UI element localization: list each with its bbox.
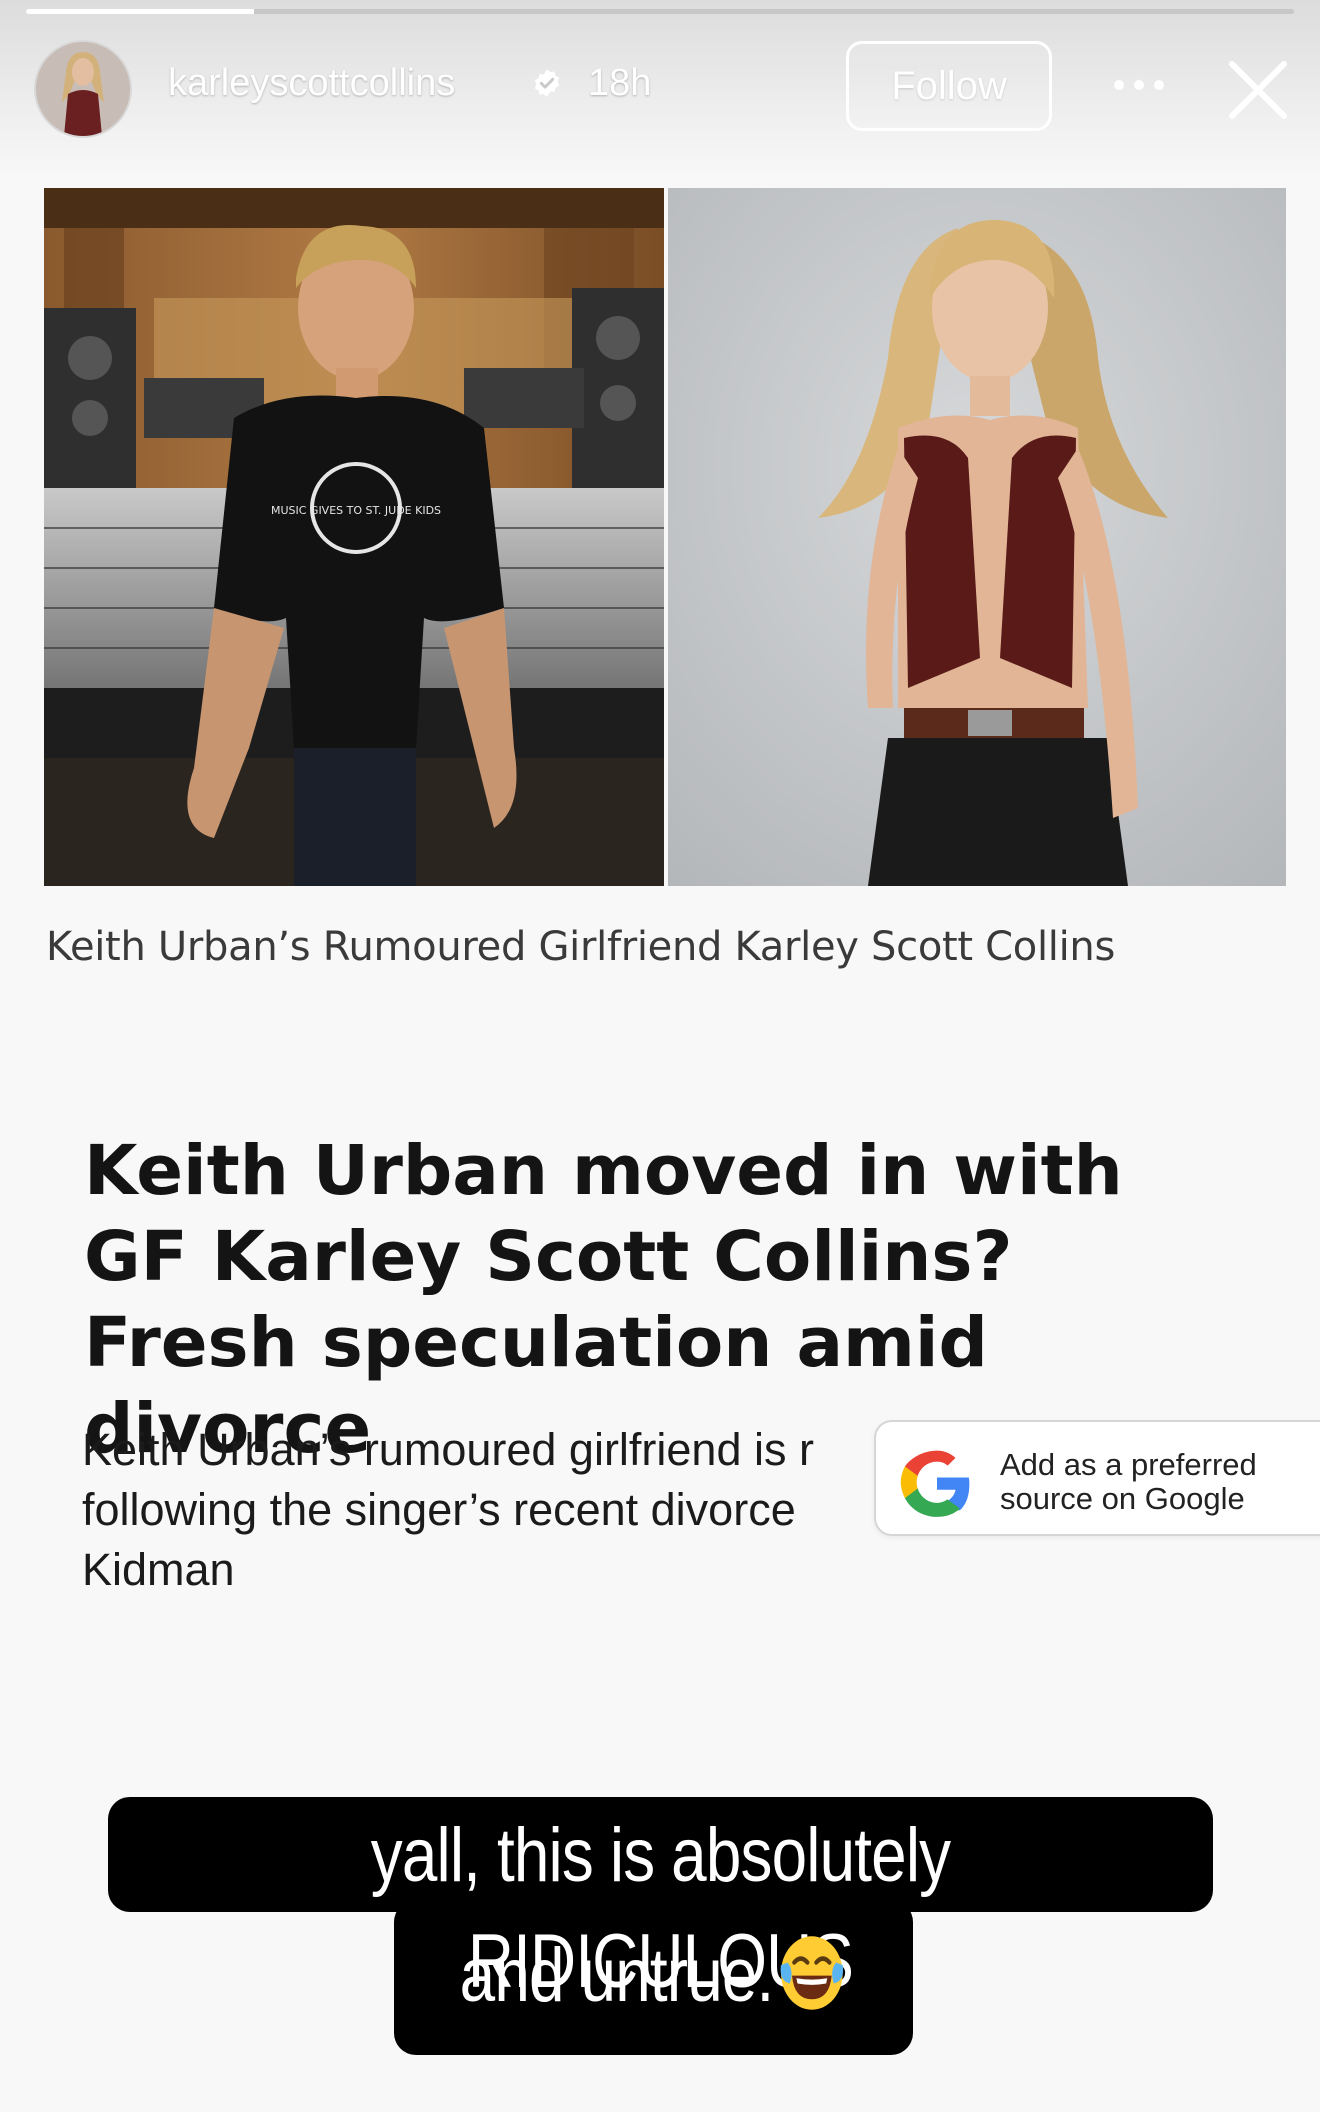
google-logo-icon: [900, 1450, 970, 1517]
story-username[interactable]: karleyscottcollins: [168, 62, 455, 105]
article-excerpt: Keith Urban’s rumoured girlfriend is r f…: [82, 1420, 882, 1600]
text-sticker-line2: and untrue.: [436, 1923, 872, 2029]
studio-photo: MUSIC GIVES TO ST. JUDE KIDS: [44, 188, 664, 886]
story-progress-bar: [26, 9, 1294, 14]
photo-karley-scott-collins: [668, 188, 1286, 886]
more-horizontal-icon[interactable]: [1112, 78, 1166, 92]
story-timestamp: 18h: [588, 62, 652, 104]
story-viewer: MUSIC GIVES TO ST. JUDE KIDS Keith Urban…: [0, 0, 1320, 2112]
avatar-image: [36, 42, 130, 136]
story-progress-fill: [26, 9, 255, 14]
google-preferred-source-button[interactable]: Add as a preferred source on Google: [874, 1420, 1320, 1536]
follow-button[interactable]: Follow: [846, 41, 1052, 131]
article-excerpt-text: Keith Urban’s rumoured girlfriend is r f…: [82, 1424, 814, 1595]
photo-keith-urban: MUSIC GIVES TO ST. JUDE KIDS: [44, 188, 664, 886]
text-sticker-line2-text: and untrue.: [459, 1933, 775, 2018]
avatar[interactable]: [34, 40, 132, 138]
close-icon[interactable]: [1226, 58, 1290, 122]
google-preferred-source-label: Add as a preferred source on Google: [1000, 1447, 1257, 1516]
photo-caption: Keith Urban’s Rumoured Girlfriend Karley…: [46, 924, 1116, 970]
portrait-photo: [668, 188, 1286, 886]
laughing-crying-emoji-icon: [780, 1936, 844, 2010]
verified-badge-icon: [534, 69, 560, 97]
tshirt-logo-text: MUSIC GIVES TO ST. JUDE KIDS: [271, 504, 441, 517]
